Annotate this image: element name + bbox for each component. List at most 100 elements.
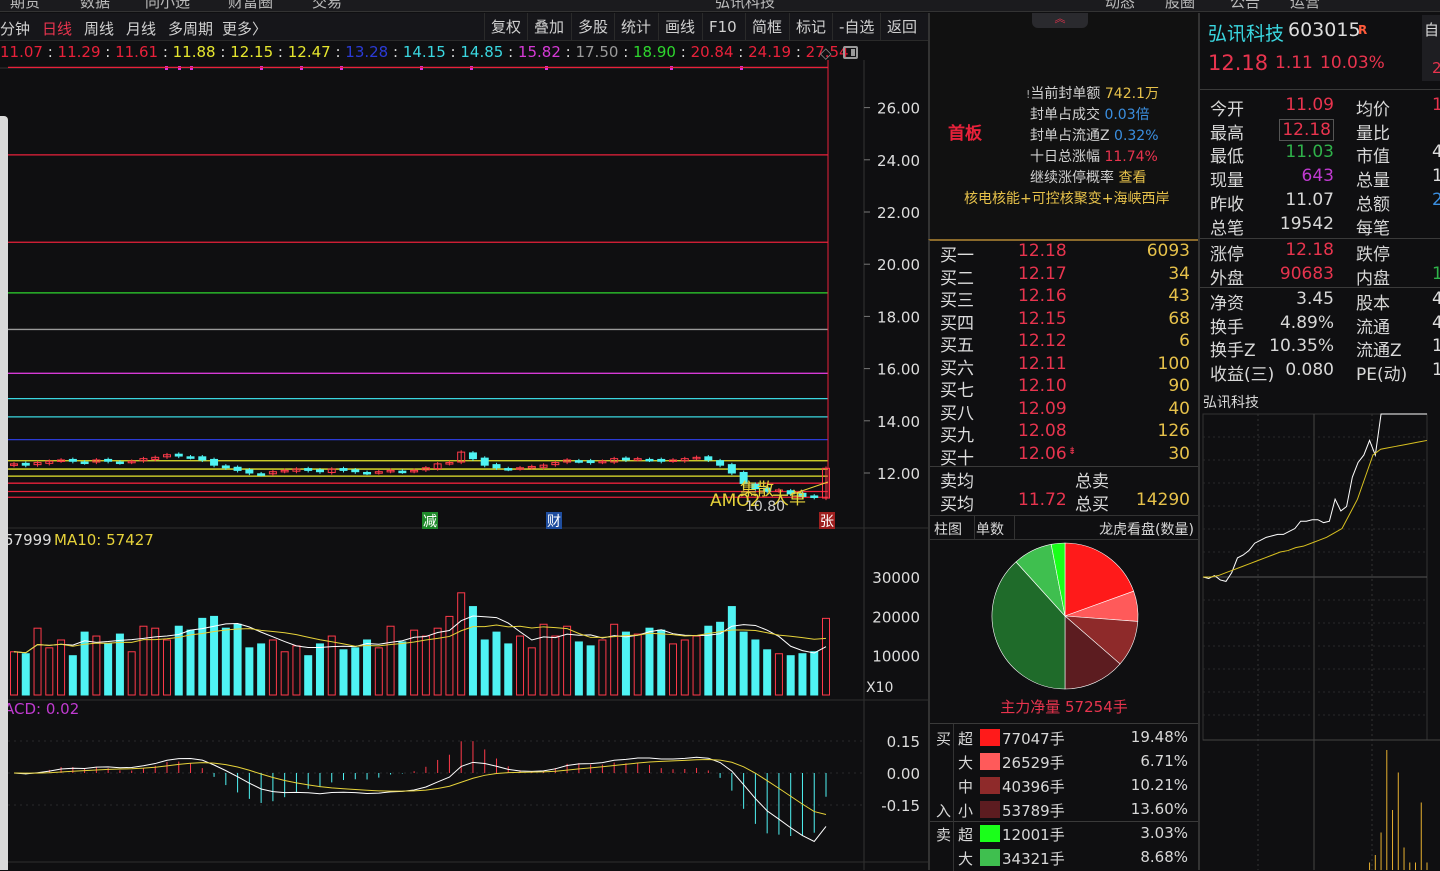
period-tab[interactable]: 日线 [42, 18, 72, 39]
price-change-pct: 10.03% [1320, 53, 1385, 73]
period-tab[interactable]: 多周期 [168, 18, 213, 39]
toolbar-button[interactable]: 画线 [658, 13, 701, 41]
top-menu-item[interactable]: 同小选 [145, 0, 190, 11]
volume-bar [410, 629, 419, 696]
volume-bar [645, 627, 654, 696]
main-net-volume: 主力净量 57254手 [1000, 698, 1128, 716]
order-book: 买一 12.18 6093 买二 12.17 34 买三 12.16 43 买四 12.15 68 买五… [928, 239, 1198, 515]
top-menu-item[interactable]: 股圈 [1165, 0, 1195, 11]
left-scrollbar[interactable] [0, 116, 8, 870]
quote-panel: 弘讯科技 603015 R 12.18 1.11 10.03% 自2 今开 11.… [1198, 13, 1440, 393]
toolbar-button[interactable]: 标记 [789, 13, 832, 41]
volume-bar [492, 631, 501, 696]
volume-bar [539, 623, 548, 696]
intraday-title: 弘讯科技 [1203, 395, 1259, 411]
r-badge: R [1358, 23, 1368, 37]
collapse-chevron-icon[interactable]: ︽ [1032, 13, 1088, 28]
volume-bar [221, 627, 230, 696]
color-swatch [980, 849, 1000, 866]
candle [574, 460, 583, 463]
fib-level: 13.28 [345, 43, 389, 61]
volume-bar [798, 653, 807, 696]
toolbar-button[interactable]: 叠加 [527, 13, 570, 41]
ma10-label: MA10: 57427 [54, 531, 154, 549]
toolbar-button[interactable]: -自选 [832, 13, 880, 41]
top-menu-item[interactable]: 弘讯科技 [715, 0, 775, 11]
bid-row[interactable]: 买九 12.08 126 [940, 421, 1190, 446]
seal-row: 封单占成交 0.03倍 [1030, 107, 1150, 123]
candle [115, 461, 124, 465]
color-swatch [980, 753, 1000, 770]
price-axis-label: 24.00 [877, 152, 920, 170]
bid-row[interactable]: 买八 12.09 40 [940, 399, 1190, 424]
period-tab[interactable]: 分钟 [0, 18, 30, 39]
intraday-price-line [1202, 413, 1427, 582]
volume-bar [704, 625, 713, 696]
candle [80, 461, 89, 465]
intraday-chart[interactable]: 弘讯科技 [1198, 390, 1440, 870]
toolbar-button[interactable]: 多股 [571, 13, 614, 41]
kline-chart[interactable]: 26.00 24.00 22.00 20.00 18.00 16.00 14.00 12.00… [0, 60, 928, 870]
toolbar-button[interactable]: 返回 [880, 13, 923, 41]
volume-bar [774, 653, 783, 696]
toolbar-button[interactable]: F10 [702, 13, 743, 41]
top-menu-item[interactable]: 运营 [1290, 0, 1320, 11]
volume-bar [763, 649, 772, 696]
toolbar-button[interactable]: 简框 [745, 13, 788, 41]
candle [492, 464, 501, 469]
board-label: 首板 [948, 124, 982, 144]
volume-bar [92, 635, 101, 696]
candle [398, 470, 407, 474]
period-tab[interactable]: 月线 [126, 18, 156, 39]
price-axis-label: 18.00 [877, 308, 920, 326]
top-menu-item[interactable]: 财富圈 [228, 0, 273, 11]
top-menu-item[interactable]: 公告 [1230, 0, 1260, 11]
volume-bar [563, 625, 572, 696]
volume-bar [339, 649, 348, 696]
volume-bar [468, 606, 477, 696]
volume-bar [257, 643, 266, 696]
volume-bar [139, 625, 148, 696]
panel-toggle-icon[interactable] [843, 46, 858, 59]
bid-row[interactable]: 买十 12.06 ⇟ 30 [940, 444, 1190, 469]
volume-bar [692, 635, 701, 696]
bid-row[interactable]: 买四 12.15 68 [940, 309, 1190, 334]
toolbar-button[interactable]: 统计 [614, 13, 657, 41]
volume-bar [680, 639, 689, 696]
bid-row[interactable]: 买三 12.16 43 [940, 286, 1190, 311]
limit-up-seal-panel: ︽ 首板 !当前封单额 742.1万 封单占成交 0.03倍 封单占流通Z 0.32… [928, 13, 1198, 239]
toolbar-button[interactable]: 复权 [484, 13, 527, 41]
fib-level: 11.07 [0, 43, 43, 61]
fib-levels-row: 11.07 : 11.29 : 11.61 : 11.88 : 12.15 : … [0, 43, 849, 61]
money-flow-panel: 柱图 单数 龙虎看盘(数量) 主力净量 57254手 超 77047手 19.48%… [928, 515, 1198, 871]
candle [104, 458, 113, 462]
tab-bar-chart[interactable]: 柱图 [934, 519, 962, 539]
candle [68, 458, 77, 462]
down-arrow-icon: ⇟ [1068, 445, 1077, 457]
bid-row[interactable]: 买五 12.12 6 [940, 331, 1190, 356]
seal-row[interactable]: 继续涨停概率 查看 [1030, 167, 1146, 187]
top-menu-item[interactable]: 交易 [312, 0, 342, 11]
volume-bar [480, 639, 489, 696]
bid-row[interactable]: 买二 12.17 34 [940, 264, 1190, 289]
period-tab[interactable]: 周线 [84, 18, 114, 39]
bid-row[interactable]: 买一 12.18 6093 [940, 241, 1190, 266]
volume-bar [268, 639, 277, 696]
volume-bar [151, 627, 160, 696]
sell-average-row: 卖均 总卖 [940, 472, 1109, 492]
top-menu-item[interactable]: 动态 [1105, 0, 1135, 11]
seal-row: 封单占流通Z 0.32% [1030, 128, 1159, 144]
top-menu-item[interactable]: 数据 [80, 0, 110, 11]
bid-row[interactable]: 买七 12.10 90 [940, 376, 1190, 401]
bid-row[interactable]: 买六 12.11 100 [940, 354, 1190, 379]
period-tab[interactable]: 更多〉 [222, 18, 267, 39]
top-menu-item[interactable]: 期货 [10, 0, 40, 11]
volume-bar [421, 635, 430, 696]
volume-axis-label: 10000 [872, 648, 920, 666]
concept-tags[interactable]: 核电核能+可控核聚变+海峡西岸 [964, 188, 1169, 208]
volume-bar [657, 629, 666, 696]
price-axis-label: 14.00 [877, 413, 920, 431]
add-watchlist-button[interactable]: 自2 [1422, 15, 1440, 81]
volume-bar [527, 647, 536, 696]
volume-bar [68, 655, 77, 696]
